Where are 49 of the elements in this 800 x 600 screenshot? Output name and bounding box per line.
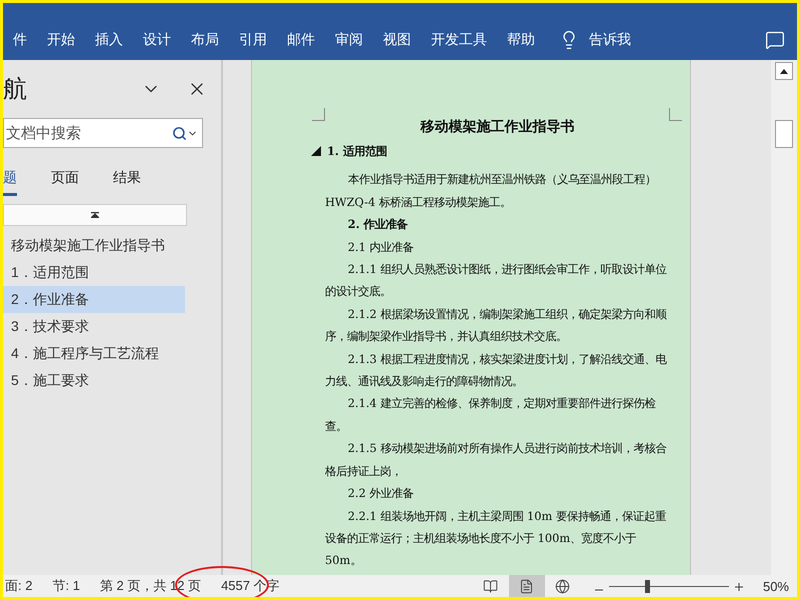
outline-item[interactable]: 2．作业准备 <box>3 286 185 313</box>
ribbon-tab[interactable]: 帮助 <box>497 27 545 53</box>
scroll-up-button[interactable] <box>775 62 793 80</box>
heading-text: 1. 适用范围 <box>327 143 387 160</box>
zoom-level[interactable]: 50% <box>762 578 789 594</box>
paragraph: 2.2.1 组装场地开阔，主机主梁周围 10m 要保持畅通，保证起重设备的正常运行；主机组装场地长度不小于 100m、宽度不小于 50m。 <box>325 508 667 570</box>
ribbon-tab[interactable]: 插入 <box>85 27 133 53</box>
paragraph: 2.2 外业准备 <box>346 485 415 502</box>
ribbon-tab[interactable]: 审阅 <box>325 27 373 53</box>
pane-tab[interactable]: 页面 <box>51 166 79 196</box>
paragraph: 本作业指导书适用于新建杭州至温州铁路（义乌至温州段工程）HWZQ-4 标桥涵工程移动模架施工。 <box>325 171 657 211</box>
pane-tab[interactable]: 题 <box>3 166 17 196</box>
paragraph: 2.1 内业准备 <box>346 238 415 256</box>
up-arrow-icon <box>780 68 788 74</box>
paragraph: 2.1.2 根据梁场设置情况，编制架梁施工组织，确定架梁方向和顺序，编制架梁作业指导书，并认真组织技术交底。 <box>325 306 668 346</box>
outline-item[interactable]: 3．技术要求 <box>3 313 185 340</box>
collapse-triangle-icon[interactable] <box>311 146 321 156</box>
ribbon-tab[interactable]: 布局 <box>181 27 229 53</box>
paragraph: 2.1.1 组织人员熟悉设计图纸，进行图纸会审工作，听取设计单位的设计交底。 <box>325 261 668 300</box>
ribbon-tab[interactable]: 设计 <box>133 27 181 53</box>
ribbon-tab[interactable]: 引用 <box>229 27 277 53</box>
paragraph: 2.1.4 建立完善的检修、保养制度，定期对重要部件进行探伤检查。 <box>325 395 657 435</box>
pane-title: 航 <box>3 75 28 105</box>
outline-item[interactable]: 1．适用范围 <box>3 259 185 286</box>
document-title: 移动模架施工作业指导书 <box>419 118 576 136</box>
paragraph: 2.1.5 移动模架进场前对所有操作人员进行岗前技术培训，考核合格后持证上岗， <box>325 440 668 480</box>
outline-item[interactable]: 5．施工要求 <box>3 367 185 394</box>
page-icon[interactable] <box>508 575 545 597</box>
search-icon[interactable] <box>172 126 187 140</box>
ribbon-tab[interactable]: 开发工具 <box>421 27 497 53</box>
scroll-thumb[interactable] <box>775 120 793 148</box>
outline-item[interactable]: 4．施工程序与工艺流程 <box>3 340 185 367</box>
ribbon-tab[interactable]: 件 <box>3 27 37 53</box>
paragraph: 2.1.3 根据工程进度情况，核实架梁进度计划，了解沿线交通、电力线、通讯线及影响走行的障碍物情况。 <box>325 350 668 390</box>
vertical-scrollbar[interactable] <box>771 60 797 575</box>
comment-icon[interactable] <box>765 30 785 50</box>
outline-item[interactable]: 移动模架施工作业指导书 <box>3 232 185 259</box>
pane-tab[interactable]: 结果 <box>113 166 141 196</box>
ribbon-tab[interactable]: 视图 <box>373 27 421 53</box>
collapse-icon <box>91 212 99 218</box>
ribbon-tab[interactable]: 开始 <box>37 27 85 53</box>
zoom-slider-thumb[interactable] <box>644 580 650 592</box>
ribbon-tab[interactable]: 邮件 <box>277 27 325 53</box>
status-text: 面: 2 <box>5 577 32 595</box>
search-input[interactable]: 文档中搜索 <box>4 124 172 142</box>
heading-text: 2. 作业准备 <box>346 216 409 234</box>
status-text: 节: 1 <box>52 577 80 595</box>
search-field[interactable]: 文档中搜索 <box>3 118 203 148</box>
tell-me-button[interactable]: 告诉我 <box>553 29 637 51</box>
